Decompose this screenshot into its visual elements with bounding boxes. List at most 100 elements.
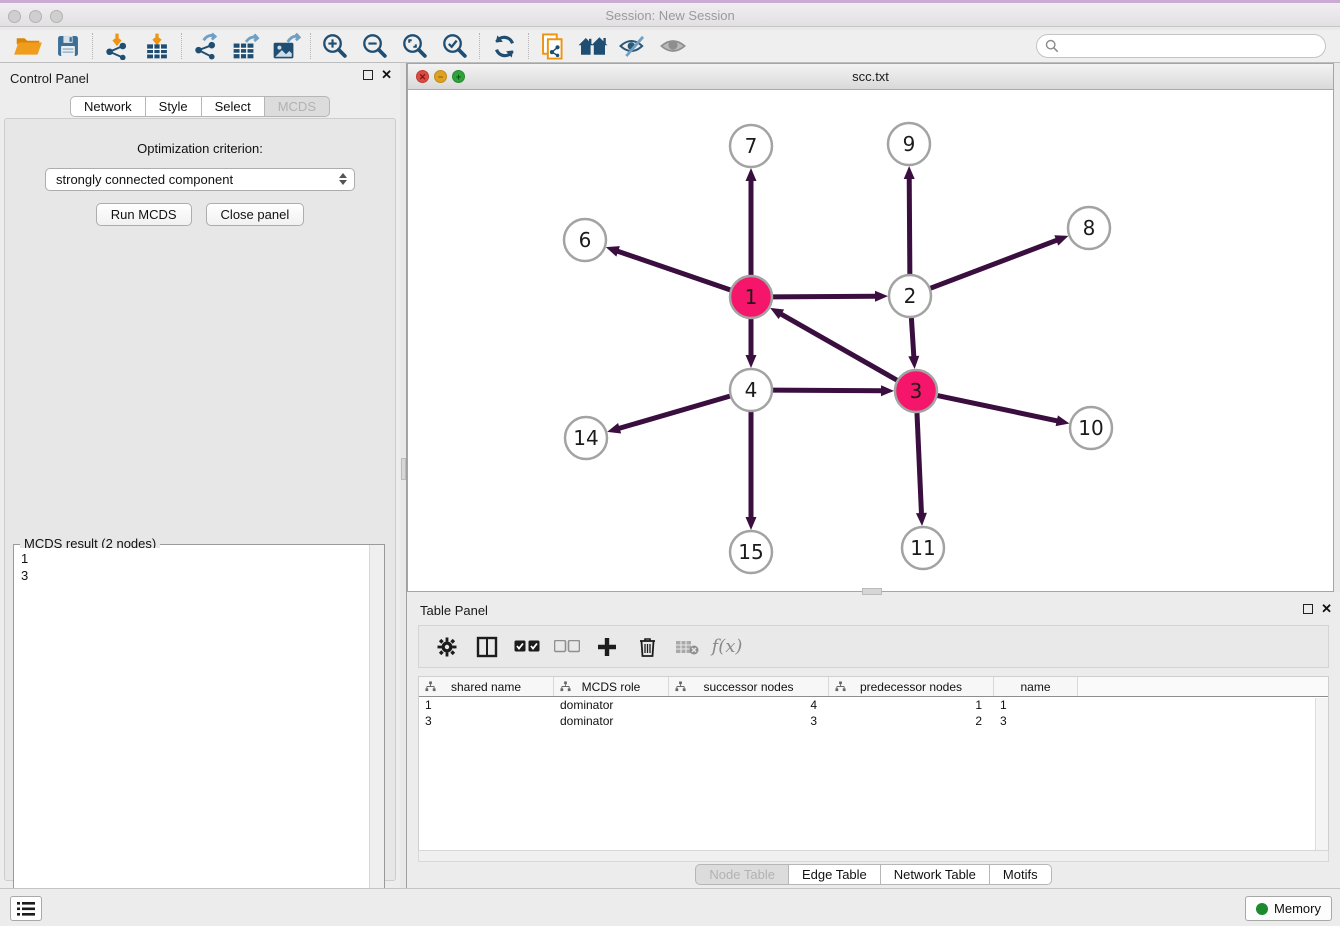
column-header-predecessor-nodes[interactable]: predecessor nodes: [829, 677, 994, 696]
show-all-button[interactable]: [653, 31, 693, 61]
run-mcds-button[interactable]: Run MCDS: [96, 203, 192, 226]
graph-node-4[interactable]: 4: [730, 369, 772, 411]
criterion-dropdown[interactable]: strongly connected component: [45, 168, 355, 191]
mcds-result-item[interactable]: 1: [21, 550, 362, 567]
graph-edge-3-10[interactable]: [938, 396, 1070, 427]
graph-node-14[interactable]: 14: [565, 417, 607, 459]
memory-button[interactable]: Memory: [1245, 896, 1332, 921]
graph-edge-1-7[interactable]: [746, 168, 757, 275]
graph-edge-4-14[interactable]: [607, 396, 730, 433]
table-row[interactable]: 3 dominator 3 2 3: [419, 713, 1328, 729]
table-vertical-scrollbar[interactable]: [1315, 698, 1328, 850]
column-header-shared-name[interactable]: shared name: [419, 677, 554, 696]
graph-node-1[interactable]: 1: [730, 276, 772, 318]
mcds-result-scrollbar[interactable]: [369, 545, 384, 921]
graph-node-7[interactable]: 7: [730, 125, 772, 167]
tab-mcds[interactable]: MCDS: [265, 96, 330, 117]
graph-edge-2-8[interactable]: [931, 235, 1069, 288]
close-panel-icon[interactable]: ✕: [381, 70, 392, 80]
close-panel-button[interactable]: Close panel: [206, 203, 305, 226]
graph-node-3[interactable]: 3: [895, 370, 937, 412]
graph-edge-1-4[interactable]: [746, 319, 757, 368]
graph-node-10[interactable]: 10: [1070, 407, 1112, 449]
show-columns-button[interactable]: [469, 630, 505, 664]
first-neighbors-button[interactable]: [573, 31, 613, 61]
cell-successor-nodes[interactable]: 3: [669, 713, 829, 729]
clone-network-button[interactable]: [533, 31, 573, 61]
cell-successor-nodes[interactable]: 4: [669, 697, 829, 713]
network-graph[interactable]: 7 9 6 8 1 2 4 3 14 10 15 11: [408, 90, 1333, 591]
divider-grip[interactable]: [401, 458, 406, 480]
table-horizontal-scrollbar[interactable]: [418, 850, 1329, 862]
cell-shared-name[interactable]: 3: [419, 713, 554, 729]
graph-edge-1-2[interactable]: [773, 291, 888, 302]
graph-node-15[interactable]: 15: [730, 531, 772, 573]
svg-text:6: 6: [579, 228, 592, 252]
graph-edge-2-3[interactable]: [908, 318, 919, 369]
tab-select[interactable]: Select: [202, 96, 265, 117]
column-header-name[interactable]: name: [994, 677, 1078, 696]
table-panel-title: Table Panel: [420, 603, 488, 618]
cell-name[interactable]: 1: [994, 697, 1078, 713]
graph-edge-3-1[interactable]: [770, 308, 897, 380]
zoom-out-button[interactable]: [355, 31, 395, 61]
mcds-result-list[interactable]: 1 3: [15, 548, 368, 920]
table-row[interactable]: 1 dominator 4 1 1: [419, 697, 1328, 713]
column-header-mcds-role[interactable]: MCDS role: [554, 677, 669, 696]
tab-edge-table[interactable]: Edge Table: [789, 864, 881, 885]
select-all-columns-button[interactable]: [509, 630, 545, 664]
float-panel-icon[interactable]: [1303, 604, 1313, 614]
cell-mcds-role[interactable]: dominator: [554, 713, 669, 729]
tab-motifs[interactable]: Motifs: [990, 864, 1052, 885]
function-builder-button[interactable]: f(x): [709, 630, 745, 664]
import-table-button[interactable]: [137, 31, 177, 61]
graph-node-6[interactable]: 6: [564, 219, 606, 261]
open-session-button[interactable]: [8, 31, 48, 61]
zoom-selected-button[interactable]: [435, 31, 475, 61]
export-network-button[interactable]: [186, 31, 226, 61]
network-canvas[interactable]: 7 9 6 8 1 2 4 3 14 10 15 11: [408, 90, 1333, 591]
cell-shared-name[interactable]: 1: [419, 697, 554, 713]
search-field[interactable]: [1036, 34, 1326, 58]
export-image-button[interactable]: [266, 31, 306, 61]
search-input[interactable]: [1064, 39, 1317, 53]
cell-name[interactable]: 3: [994, 713, 1078, 729]
network-window-titlebar[interactable]: ✕ − + scc.txt: [408, 64, 1333, 90]
create-column-button[interactable]: [589, 630, 625, 664]
import-network-button[interactable]: [97, 31, 137, 61]
mcds-result-item[interactable]: 3: [21, 567, 362, 584]
graph-edge-4-15[interactable]: [746, 412, 757, 530]
float-panel-icon[interactable]: [363, 70, 373, 80]
graph-edge-3-11[interactable]: [916, 413, 927, 526]
hide-selected-button[interactable]: [613, 31, 653, 61]
zoom-in-button[interactable]: [315, 31, 355, 61]
graph-edge-2-9[interactable]: [904, 166, 915, 274]
table-settings-button[interactable]: [429, 630, 465, 664]
tab-network[interactable]: Network: [70, 96, 146, 117]
zoom-fit-button[interactable]: [395, 31, 435, 61]
tab-network-table[interactable]: Network Table: [881, 864, 990, 885]
graph-node-2[interactable]: 2: [889, 275, 931, 317]
tab-style[interactable]: Style: [146, 96, 202, 117]
graph-node-9[interactable]: 9: [888, 123, 930, 165]
save-session-button[interactable]: [48, 31, 88, 61]
column-header-successor-nodes[interactable]: successor nodes: [669, 677, 829, 696]
refresh-layout-button[interactable]: [484, 31, 524, 61]
task-history-button[interactable]: [10, 896, 42, 921]
cell-mcds-role[interactable]: dominator: [554, 697, 669, 713]
vertical-split-divider[interactable]: [400, 63, 407, 888]
close-panel-icon[interactable]: ✕: [1321, 604, 1332, 614]
graph-edge-1-6[interactable]: [606, 246, 730, 290]
divider-grip[interactable]: [862, 588, 882, 595]
deselect-all-columns-button[interactable]: [549, 630, 585, 664]
node-table[interactable]: shared name MCDS role successor nodes: [418, 676, 1329, 850]
graph-node-8[interactable]: 8: [1068, 207, 1110, 249]
delete-table-button[interactable]: [669, 630, 705, 664]
export-table-button[interactable]: [226, 31, 266, 61]
delete-column-button[interactable]: [629, 630, 665, 664]
tab-node-table[interactable]: Node Table: [695, 864, 789, 885]
graph-edge-4-3[interactable]: [773, 385, 894, 396]
graph-node-11[interactable]: 11: [902, 527, 944, 569]
cell-predecessor-nodes[interactable]: 1: [829, 697, 994, 713]
cell-predecessor-nodes[interactable]: 2: [829, 713, 994, 729]
